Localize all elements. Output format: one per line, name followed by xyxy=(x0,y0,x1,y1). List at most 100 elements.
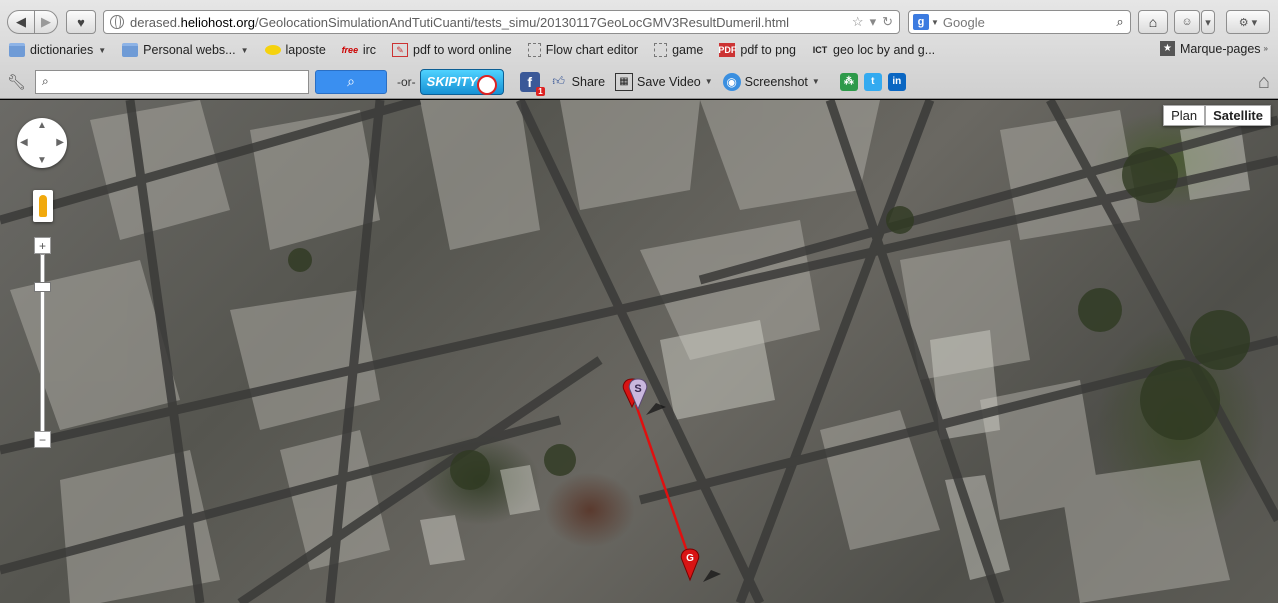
home-button[interactable]: ⌂ xyxy=(1138,10,1168,34)
share-network-icon[interactable]: ⁂ xyxy=(839,72,858,91)
heart-icon: ♥ xyxy=(77,14,85,30)
bookmarks-menu[interactable]: ★ Marque-pages » xyxy=(1159,41,1268,56)
folder-icon xyxy=(122,43,139,57)
bookmarks-menu-label: Marque-pages xyxy=(1179,41,1261,56)
tools-menu-button[interactable]: ⚙ ▾ xyxy=(1226,10,1270,34)
bookmark-irc[interactable]: free irc xyxy=(342,43,376,57)
satellite-map[interactable]: ▲ ▼ ◀ ▶ + − Plan Satellite S G xyxy=(0,100,1278,603)
route-line xyxy=(634,404,692,561)
addon-button[interactable]: ☺ xyxy=(1174,10,1200,34)
save-video-button[interactable]: ▦ Save Video ▼ xyxy=(615,72,713,91)
pan-left-icon[interactable]: ◀ xyxy=(20,137,28,148)
pan-up-icon[interactable]: ▲ xyxy=(37,120,47,131)
laposte-icon xyxy=(264,45,281,55)
free-icon: free xyxy=(341,45,359,55)
bookmark-label: game xyxy=(672,43,704,57)
camera-icon: ◉ xyxy=(722,72,741,91)
page-icon xyxy=(527,43,541,57)
screenshot-button[interactable]: ◉ Screenshot ▼ xyxy=(722,72,820,91)
linkedin-icon[interactable]: in xyxy=(887,72,906,91)
navigation-bar: ◀ ▶ ♥ derased.heliohost.org/GeolocationS… xyxy=(0,0,1278,38)
zoom-out-button[interactable]: − xyxy=(34,431,51,448)
bookmark-label: pdf to word online xyxy=(413,43,512,57)
forward-arrow-icon: ▶ xyxy=(41,14,51,29)
bookmark-personal-webs[interactable]: Personal webs... ▼ xyxy=(122,43,249,57)
globe-icon xyxy=(110,15,124,29)
zoom-slider-thumb[interactable] xyxy=(34,282,51,292)
monkey-face-icon: ☺ xyxy=(1181,16,1193,28)
bookmark-geo-loc[interactable]: ICT geo loc by and g... xyxy=(812,43,935,57)
chevron-down-icon: ▾ xyxy=(1205,16,1211,29)
street-view-pegman[interactable] xyxy=(33,190,53,222)
pdf-icon: PDF xyxy=(718,43,737,57)
bookmark-this-page-button[interactable]: ♥ xyxy=(66,10,96,34)
skipity-label: SKIPITY xyxy=(426,74,478,89)
search-icon[interactable]: ⌕ xyxy=(1110,14,1130,30)
ict-icon: ICT xyxy=(812,45,828,55)
chevron-down-icon: ▼ xyxy=(240,45,249,55)
bookmark-game[interactable]: game xyxy=(654,43,703,57)
reload-icon[interactable]: ↻ xyxy=(882,14,893,30)
star-icon[interactable]: ☆ xyxy=(852,14,864,30)
pan-right-icon[interactable]: ▶ xyxy=(56,137,64,148)
bookmark-label: laposte xyxy=(285,43,326,57)
map-streets xyxy=(0,100,1278,603)
url-path: /GeolocationSimulationAndTutiCuanti/test… xyxy=(255,14,790,30)
bookmark-label: irc xyxy=(362,43,377,57)
browser-chrome: ◀ ▶ ♥ derased.heliohost.org/GeolocationS… xyxy=(0,0,1278,99)
map-type-plan-button[interactable]: Plan xyxy=(1163,105,1206,126)
page-icon xyxy=(654,43,668,57)
bookmark-laposte[interactable]: laposte xyxy=(264,43,326,57)
zoom-in-button[interactable]: + xyxy=(34,237,51,254)
bookmark-pdf-to-word[interactable]: ✎ pdf to word online xyxy=(392,43,512,57)
minus-icon: − xyxy=(38,432,46,447)
back-button[interactable]: ◀ xyxy=(7,10,35,34)
address-bar[interactable]: derased.heliohost.org/GeolocationSimulat… xyxy=(103,10,900,34)
screenshot-label: Screenshot xyxy=(744,74,808,89)
map-type-satellite-button[interactable]: Satellite xyxy=(1205,105,1271,126)
forward-button[interactable]: ▶ xyxy=(34,10,58,34)
notification-badge: 1 xyxy=(536,86,545,96)
bookmark-dictionaries[interactable]: dictionaries ▼ xyxy=(9,43,106,57)
wrench-icon[interactable]: 🔧︎ xyxy=(7,73,29,91)
plus-icon: + xyxy=(38,238,46,253)
google-icon[interactable]: g xyxy=(913,14,929,30)
url-text[interactable]: derased.heliohost.org/GeolocationSimulat… xyxy=(130,15,852,30)
chevron-down-icon: ▼ xyxy=(811,77,820,86)
twitter-icon[interactable]: t xyxy=(863,72,882,91)
skipity-button[interactable]: SKIPITY xyxy=(419,68,504,95)
search-bar[interactable]: g ▼ Google ⌕ xyxy=(908,10,1131,34)
facebook-icon[interactable]: f1 xyxy=(519,71,545,96)
home-icon[interactable]: ⌂ xyxy=(1258,71,1270,94)
addon-dropdown-button[interactable]: ▾ xyxy=(1201,10,1215,34)
goal-marker-label: G xyxy=(686,553,694,564)
toolbar-search-button[interactable]: ⌕ xyxy=(315,69,387,94)
back-arrow-icon: ◀ xyxy=(16,14,26,29)
bookmark-label: Personal webs... xyxy=(143,43,236,57)
bookmark-flow-chart[interactable]: Flow chart editor xyxy=(527,43,639,57)
start-markers[interactable]: S xyxy=(620,377,668,417)
pegman-icon xyxy=(39,195,47,217)
save-video-label: Save Video xyxy=(637,74,701,89)
pdf-icon: ✎ xyxy=(392,43,409,57)
chevron-down-icon: ▼ xyxy=(704,77,713,86)
share-button[interactable]: 👍︎ Share xyxy=(550,73,605,91)
star-icon: ★ xyxy=(1159,41,1175,56)
thumbs-up-icon: 👍︎ xyxy=(552,74,565,88)
dropdown-icon[interactable]: ▾ xyxy=(870,14,877,30)
toolbar-search-input[interactable]: ⌕ xyxy=(35,69,309,94)
search-icon: ⌕ xyxy=(347,73,355,89)
url-domain: heliohost.org xyxy=(180,14,256,30)
folder-icon xyxy=(9,43,25,57)
bookmark-label: geo loc by and g... xyxy=(833,43,936,57)
search-engine-dropdown-icon[interactable]: ▼ xyxy=(931,18,939,27)
film-icon: ▦ xyxy=(615,72,634,91)
zoom-slider-track[interactable] xyxy=(40,254,45,432)
bookmark-pdf-to-png[interactable]: PDF pdf to png xyxy=(718,43,796,57)
map-type-control: Plan Satellite xyxy=(1163,105,1271,126)
pan-control[interactable]: ▲ ▼ ◀ ▶ xyxy=(17,118,67,168)
chevron-down-icon: ▼ xyxy=(98,45,107,55)
bookmark-label: Flow chart editor xyxy=(545,43,639,57)
goal-marker[interactable]: G xyxy=(679,548,723,584)
pan-down-icon[interactable]: ▼ xyxy=(37,155,47,166)
